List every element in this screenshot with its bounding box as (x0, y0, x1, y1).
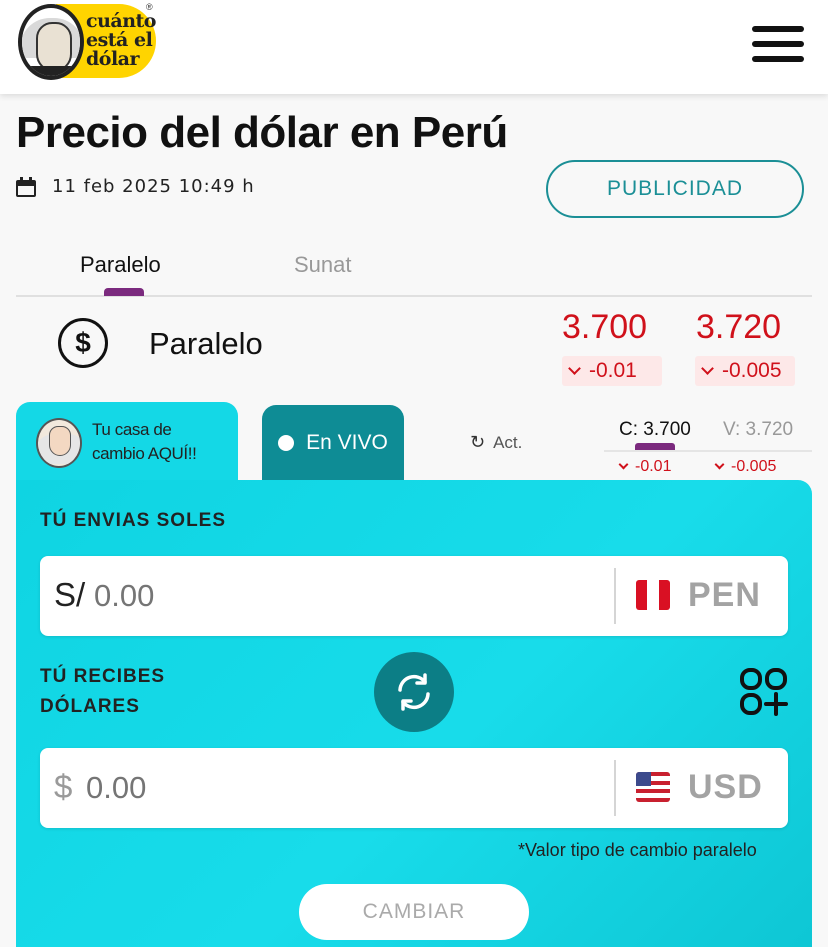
tab-paralelo[interactable]: Paralelo (80, 252, 161, 278)
add-grid-icon[interactable] (740, 668, 788, 716)
mini-sell-rate[interactable]: V: 3.720 (723, 419, 793, 441)
receive-label-line-2: DÓLARES (40, 696, 140, 717)
peru-flag-icon (636, 580, 670, 610)
mini-buy-change-value: -0.01 (635, 458, 672, 475)
receive-amount-field[interactable]: $ USD (40, 748, 788, 828)
receive-label-line-1: TÚ RECIBES (40, 666, 166, 687)
sell-rate: 3.720 (696, 308, 782, 346)
swap-arrows-icon (398, 673, 430, 711)
chevron-down-icon (701, 361, 714, 375)
paralelo-label: Paralelo (149, 326, 263, 361)
en-vivo-label: En VIVO (306, 431, 388, 454)
dollar-circle-icon: $ (58, 318, 108, 368)
publicidad-button[interactable]: PUBLICIDAD (546, 160, 804, 218)
mini-buy-rate[interactable]: C: 3.700 (619, 419, 691, 441)
top-bar: cuánto está el dólar ® (0, 0, 828, 94)
chevron-down-icon (714, 459, 725, 470)
promo-line-1: Tu casa de (92, 420, 172, 439)
receive-label: TÚ RECIBES DÓLARES (40, 662, 165, 722)
refresh-button[interactable]: ↻ Act. (470, 432, 522, 453)
chevron-down-icon (568, 361, 581, 375)
swap-currencies-button[interactable] (374, 652, 454, 732)
receive-currency[interactable]: USD (688, 768, 763, 807)
converter-card: TÚ ENVIAS SOLES S/ PEN TÚ RECIBES DÓLARE… (16, 480, 812, 947)
send-amount-field[interactable]: S/ PEN (40, 556, 788, 636)
mini-buy-change: -0.01 (618, 458, 672, 476)
promo-line-2: cambio AQUÍ!! (92, 444, 197, 463)
update-date: 11 feb 2025 10:49 h (52, 176, 255, 197)
sell-change-badge: -0.005 (695, 356, 795, 386)
field-divider (614, 760, 616, 816)
buy-change-value: -0.01 (589, 359, 637, 382)
date-row: 11 feb 2025 10:49 h (16, 176, 255, 197)
logo-text-line-3: dólar (86, 48, 139, 70)
rate-tabs: Paralelo Sunat (16, 240, 812, 297)
chevron-down-icon (618, 459, 629, 470)
refresh-label: Act. (493, 432, 523, 452)
receive-amount-input[interactable] (86, 770, 586, 806)
rate-note: *Valor tipo de cambio paralelo (518, 840, 757, 860)
site-logo[interactable]: cuánto está el dólar ® (16, 2, 158, 80)
buy-rate: 3.700 (562, 308, 648, 346)
benjamin-franklin-icon (36, 418, 82, 468)
calendar-icon (16, 176, 36, 197)
soles-prefix: S/ (54, 576, 86, 613)
registered-mark: ® (146, 2, 153, 12)
buy-change-badge: -0.01 (562, 356, 662, 386)
usa-flag-icon (636, 772, 670, 802)
send-label: TÚ ENVIAS SOLES (40, 510, 227, 531)
tab-casa-de-cambio[interactable]: Tu casa de cambio AQUÍ!! (16, 402, 238, 492)
tab-en-vivo[interactable]: En VIVO (262, 405, 404, 481)
send-amount-input[interactable] (94, 578, 594, 614)
mini-sell-change: -0.005 (714, 458, 777, 476)
refresh-icon: ↻ (470, 432, 486, 452)
field-divider (614, 568, 616, 624)
live-dot-icon (278, 435, 295, 451)
tab-sunat[interactable]: Sunat (294, 252, 352, 278)
sell-change-value: -0.005 (722, 359, 782, 382)
send-currency[interactable]: PEN (688, 576, 761, 615)
benjamin-franklin-portrait-icon (18, 4, 84, 80)
page-title: Precio del dólar en Perú (16, 108, 508, 157)
mini-divider (604, 450, 812, 452)
hamburger-menu-icon[interactable] (752, 26, 804, 68)
cambiar-button[interactable]: CAMBIAR (299, 884, 529, 940)
active-tab-indicator (104, 288, 144, 296)
mini-sell-change-value: -0.005 (731, 458, 777, 475)
casa-de-cambio-promo: Tu casa de cambio AQUÍ!! (92, 418, 197, 466)
mini-active-indicator (635, 443, 675, 450)
dollar-prefix: $ (54, 768, 73, 805)
logo-text: cuánto está el dólar (86, 12, 156, 69)
